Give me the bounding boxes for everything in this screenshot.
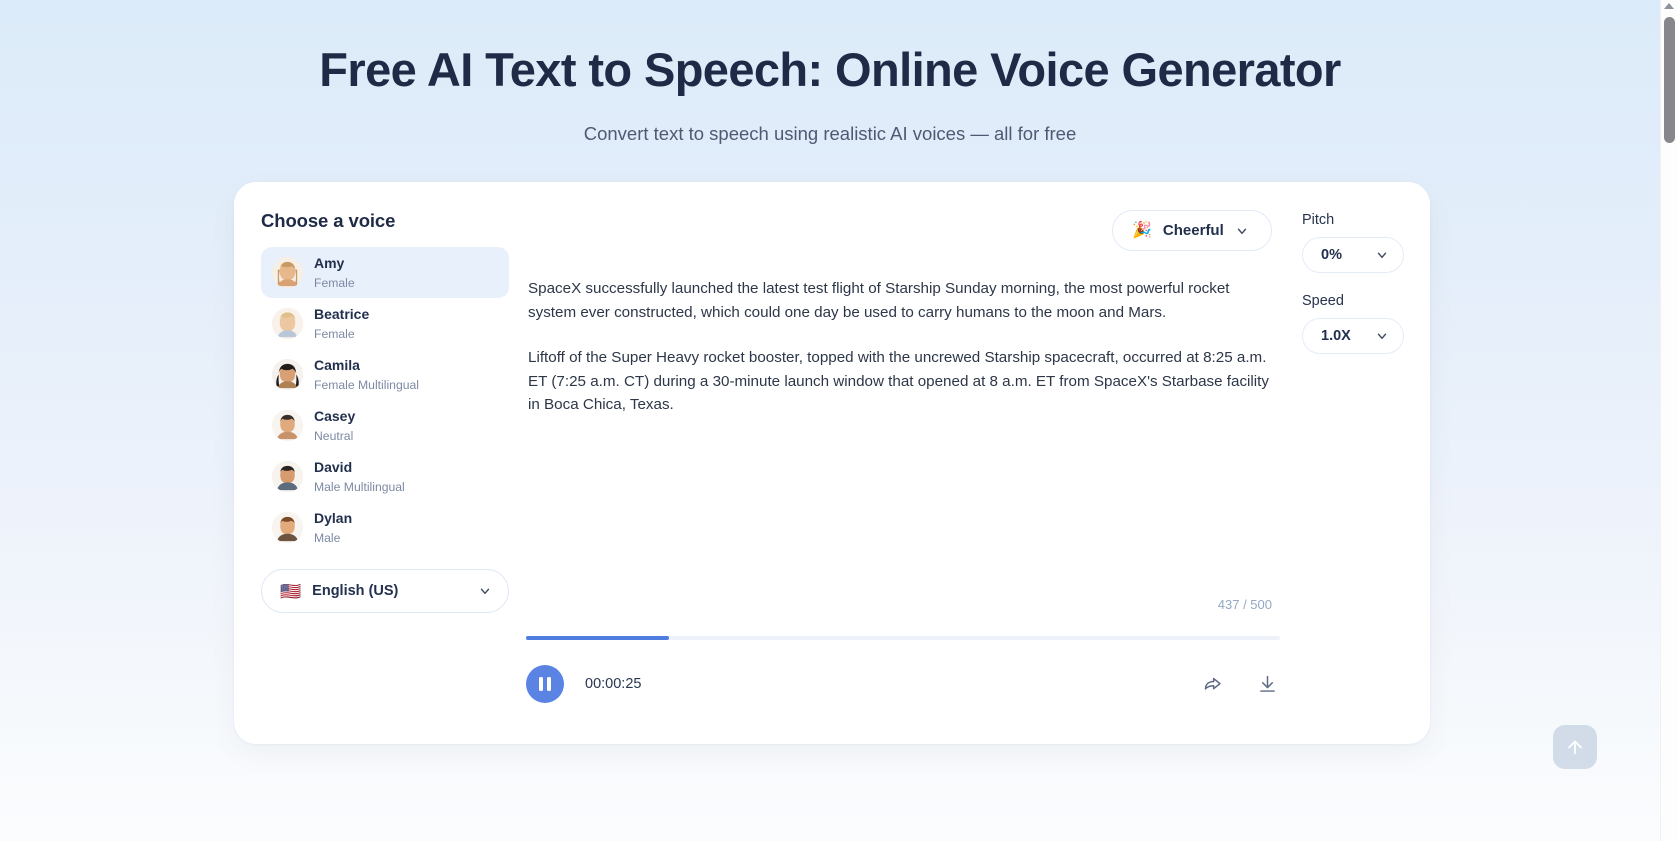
page-scrollbar-thumb[interactable] [1664,17,1675,143]
voice-name: Beatrice [314,305,370,322]
speed-value: 1.0X [1321,328,1351,344]
voice-list[interactable]: Amy Female Beatrice Female Camila Female… [261,247,509,547]
party-popper-icon: 🎉 [1132,221,1152,239]
text-editor-panel: 🎉 Cheerful SpaceX successfully launched … [496,210,1302,744]
tone-select-label: Cheerful [1162,222,1224,239]
page-subtitle: Convert text to speech using realistic A… [583,123,1077,145]
share-icon[interactable] [1199,671,1225,697]
language-select[interactable]: 🇺🇸 English (US) [261,569,509,613]
audio-player-controls: 00:00:25 [526,662,1280,706]
avatar [272,410,303,441]
pitch-value: 0% [1321,247,1342,263]
voice-tag: Male [314,530,341,545]
audio-progress-fill [526,636,670,640]
voice-name: Dylan [314,509,353,526]
audio-settings-panel: Pitch 0% Speed 1.0X [1302,210,1430,744]
text-input-area[interactable]: SpaceX successfully launched the latest … [526,277,1280,525]
voice-list-item-amy[interactable]: Amy Female [261,247,509,298]
pitch-label: Pitch [1302,212,1335,228]
avatar [272,257,303,288]
pause-button[interactable] [526,665,564,703]
voice-tag: Neutral [314,428,354,443]
page-scrollbar[interactable] [1660,0,1677,841]
tts-main-card: Choose a voice Amy Female Beatrice Femal… [234,182,1430,744]
voice-tag: Female [314,326,355,341]
avatar [272,461,303,492]
voice-tag: Male Multilingual [314,479,405,494]
voice-list-item-david[interactable]: David Male Multilingual [261,451,509,502]
page-root: Free AI Text to Speech: Online Voice Gen… [0,0,1660,841]
arrow-up-icon [1568,740,1582,755]
avatar [272,308,303,339]
speed-label: Speed [1302,293,1344,309]
language-select-label: English (US) [312,583,399,599]
voice-tag: Female Multilingual [314,377,419,392]
voice-picker-panel: Choose a voice Amy Female Beatrice Femal… [234,210,509,744]
editor-paragraph-2: Liftoff of the Super Heavy rocket booste… [528,348,1269,414]
speed-select[interactable]: 1.0X [1302,318,1404,354]
voice-list-item-dylan[interactable]: Dylan Male [261,502,509,547]
voice-name: David [314,458,353,475]
avatar [272,512,303,543]
hero-section: Free AI Text to Speech: Online Voice Gen… [0,0,1660,145]
chevron-down-icon [478,584,492,598]
voice-name: Casey [314,407,356,424]
audio-progress-bar[interactable] [526,636,1280,640]
scroll-to-top-button[interactable] [1553,725,1597,769]
us-flag-icon: 🇺🇸 [280,581,302,601]
tone-select[interactable]: 🎉 Cheerful [1112,210,1272,251]
voice-name: Camila [314,356,360,373]
page-title: Free AI Text to Speech: Online Voice Gen… [319,43,1341,96]
voice-list-item-camila[interactable]: Camila Female Multilingual [261,349,509,400]
avatar [272,359,303,390]
character-counter: 437 / 500 [1217,597,1272,612]
tone-row: 🎉 Cheerful [526,210,1280,251]
voice-name: Amy [314,254,345,271]
voice-picker-heading: Choose a voice [261,210,396,231]
download-icon[interactable] [1254,671,1280,697]
editor-paragraph-1: SpaceX successfully launched the latest … [528,280,1230,321]
pause-icon [539,677,551,691]
chevron-down-icon [1375,329,1389,343]
scrollbar-up-arrow-icon[interactable] [1664,3,1674,9]
chevron-down-icon [1375,248,1389,262]
voice-list-item-casey[interactable]: Casey Neutral [261,400,509,451]
pitch-select[interactable]: 0% [1302,237,1404,273]
audio-time-label: 00:00:25 [585,676,642,692]
voice-tag: Female [314,275,355,290]
chevron-down-icon [1235,224,1249,238]
voice-list-item-beatrice[interactable]: Beatrice Female [261,298,509,349]
